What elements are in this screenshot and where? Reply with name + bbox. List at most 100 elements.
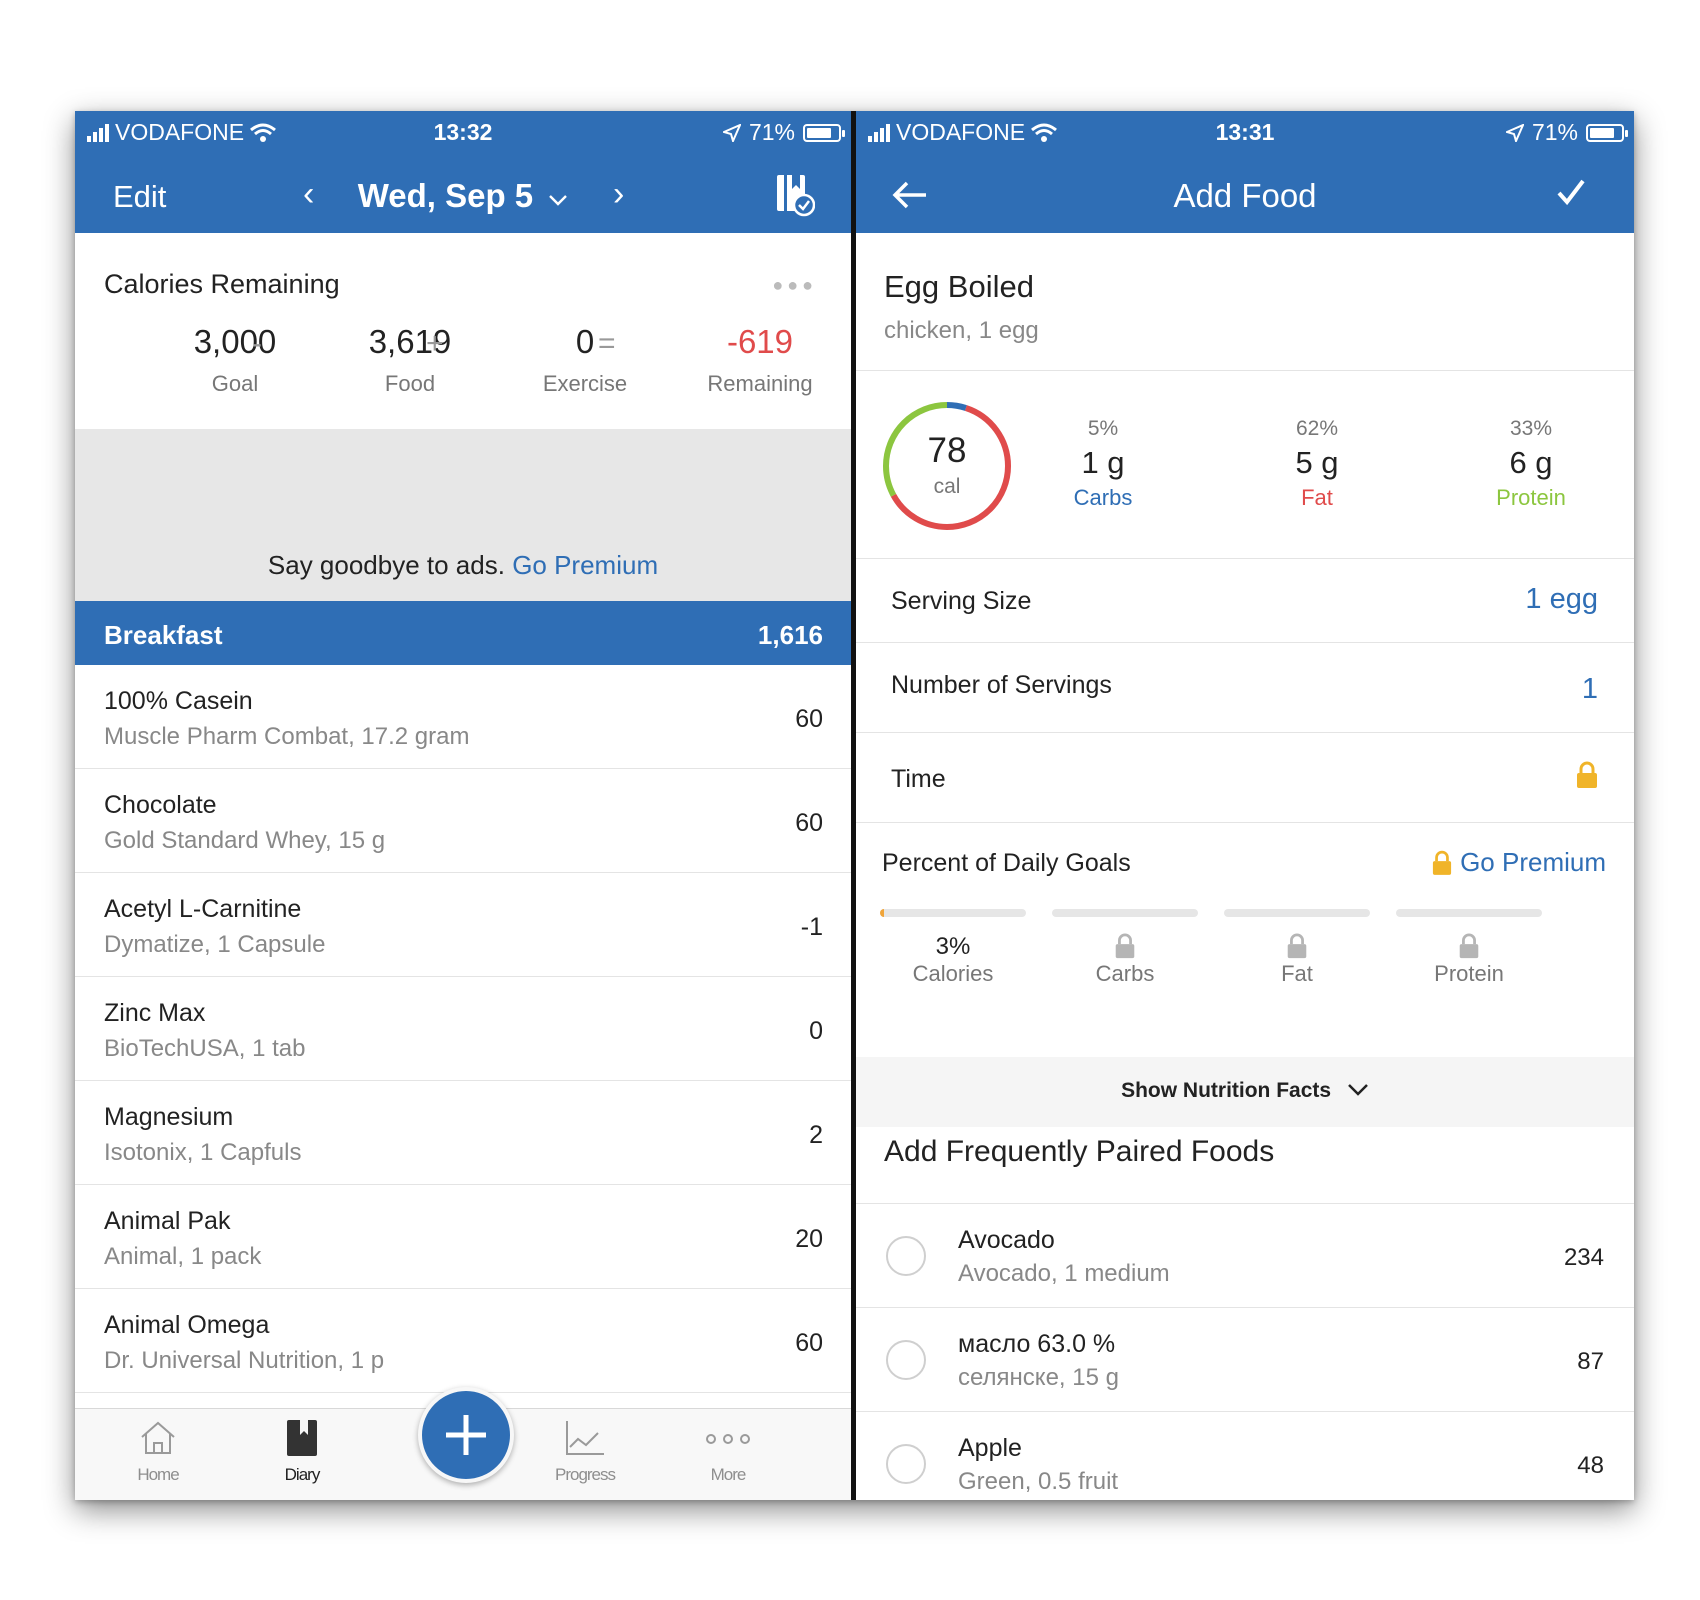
- food-entry[interactable]: Acetyl L-Carnitine Dymatize, 1 Capsule -…: [75, 873, 851, 977]
- show-nutrition-facts-label: Show Nutrition Facts: [1121, 1079, 1332, 1102]
- exercise-value: 0: [575, 323, 595, 360]
- minus-operator: -: [252, 327, 262, 360]
- go-premium-button[interactable]: Go Premium: [1432, 847, 1606, 878]
- daily-goals-title: Percent of Daily Goals: [882, 849, 1131, 877]
- calories-remaining-card: Calories Remaining ●●● 3,000 Goal - 3,61…: [75, 233, 851, 429]
- serving-size-row[interactable]: Serving Size 1 egg: [856, 559, 1634, 643]
- tab-progress[interactable]: Progress: [530, 1419, 640, 1485]
- bottom-tab-bar: Home Diary Progress More: [75, 1387, 851, 1500]
- status-right: 71%: [722, 119, 845, 146]
- date-selector[interactable]: Wed, Sep 5: [75, 177, 851, 215]
- food-calories: 2: [809, 1121, 823, 1149]
- food-column: 3,619 Food: [330, 323, 490, 397]
- select-radio[interactable]: [886, 1340, 926, 1380]
- paired-food-description: Green, 0.5 fruit: [958, 1468, 1119, 1495]
- number-of-servings-label: Number of Servings: [891, 671, 1112, 699]
- fat-goal-bar: [1224, 909, 1370, 917]
- go-premium-link[interactable]: Go Premium: [512, 550, 658, 580]
- breakfast-food-list: 100% Casein Muscle Pharm Combat, 17.2 gr…: [75, 665, 851, 1393]
- chevron-down-icon: [549, 195, 568, 206]
- show-nutrition-facts-button[interactable]: Show Nutrition Facts: [856, 1057, 1634, 1127]
- select-radio[interactable]: [886, 1444, 926, 1484]
- add-entry-button[interactable]: [418, 1387, 514, 1483]
- food-description: Animal, 1 pack: [104, 1243, 262, 1270]
- food-entry[interactable]: Magnesium Isotonix, 1 Capfuls 2: [75, 1081, 851, 1185]
- go-premium-label: Go Premium: [1460, 847, 1606, 877]
- exercise-column: 0 Exercise: [505, 323, 665, 397]
- screenshot-frame: VODAFONE 13:32 71% Edit ‹ Wed, Sep 5 › C…: [75, 111, 1634, 1500]
- food-name: Zinc Max: [104, 999, 206, 1027]
- lock-icon: [1432, 850, 1452, 875]
- paired-food-item[interactable]: масло 63.0 % селянске, 15 g 87: [856, 1308, 1634, 1412]
- carbs-percent: 5%: [1087, 417, 1119, 440]
- food-name: Acetyl L-Carnitine: [104, 895, 302, 923]
- calories-goal: 3% Calories: [880, 933, 1026, 987]
- ad-banner: Say goodbye to ads. Go Premium: [75, 429, 851, 601]
- food-entry[interactable]: Animal Omega Dr. Universal Nutrition, 1 …: [75, 1289, 851, 1393]
- next-day-button[interactable]: ›: [613, 175, 624, 214]
- remaining-value: -619: [726, 323, 794, 360]
- carbs-goal-label: Carbs: [1095, 961, 1155, 986]
- calories-goal-percent: 3%: [935, 933, 971, 960]
- paired-food-item[interactable]: Avocado Avocado, 1 medium 234: [856, 1204, 1634, 1308]
- serving-size-value[interactable]: 1 egg: [1525, 583, 1598, 616]
- breakfast-header[interactable]: Breakfast 1,616: [75, 601, 851, 665]
- food-calories: 60: [795, 705, 823, 733]
- home-icon: [141, 1421, 175, 1454]
- tab-more-label: More: [710, 1465, 747, 1484]
- food-name: Animal Omega: [104, 1311, 270, 1339]
- lock-icon: [1577, 761, 1597, 788]
- paired-food-calories: 87: [1577, 1348, 1604, 1375]
- time-row[interactable]: Time: [856, 733, 1634, 823]
- macro-protein: 33% 6 g Protein: [1456, 417, 1606, 511]
- status-bar: VODAFONE 13:32 71%: [75, 119, 851, 149]
- calories-remaining-title: Calories Remaining: [104, 269, 340, 299]
- paired-food-item[interactable]: Apple Green, 0.5 fruit 48: [856, 1412, 1634, 1500]
- chevron-down-icon: [1348, 1084, 1368, 1096]
- food-calories: -1: [800, 913, 823, 941]
- tab-progress-label: Progress: [554, 1465, 616, 1484]
- food-name: Magnesium: [104, 1103, 234, 1131]
- protein-percent: 33%: [1509, 417, 1553, 440]
- calories-goal-fill: [880, 909, 885, 917]
- meal-name: Breakfast: [104, 620, 223, 650]
- food-description: Gold Standard Whey, 15 g: [104, 827, 386, 854]
- serving-size-label: Serving Size: [891, 587, 1032, 615]
- status-bar: VODAFONE 13:31 71%: [856, 119, 1634, 149]
- number-of-servings-value[interactable]: 1: [1582, 673, 1598, 706]
- protein-goal: Protein: [1396, 933, 1542, 987]
- food-name: Egg Boiled: [884, 269, 1034, 304]
- tab-more[interactable]: More: [673, 1419, 783, 1485]
- complete-diary-icon[interactable]: [775, 173, 815, 217]
- food-description: Isotonix, 1 Capfuls: [104, 1139, 302, 1166]
- food-description: BioTechUSA, 1 tab: [104, 1035, 306, 1062]
- calorie-ring: 78 cal: [880, 399, 1014, 533]
- battery-icon: [1586, 123, 1628, 142]
- calories-goal-bar: [880, 909, 1026, 917]
- fat-label: Fat: [1301, 485, 1333, 510]
- food-calories: 20: [795, 1225, 823, 1253]
- time-label: Time: [891, 765, 946, 793]
- protein-goal-bar: [1396, 909, 1542, 917]
- fat-goal: Fat: [1224, 933, 1370, 987]
- lock-icon: [1115, 933, 1135, 959]
- exercise-label: Exercise: [542, 371, 628, 396]
- location-icon: [1505, 123, 1524, 142]
- calories-value: 78: [927, 431, 967, 470]
- protein-grams: 6 g: [1509, 445, 1553, 480]
- fat-grams: 5 g: [1295, 445, 1339, 480]
- select-radio[interactable]: [886, 1236, 926, 1276]
- food-entry[interactable]: Chocolate Gold Standard Whey, 15 g 60: [75, 769, 851, 873]
- food-description: Dymatize, 1 Capsule: [104, 931, 326, 958]
- ad-text: Say goodbye to ads.: [267, 550, 505, 580]
- more-options-icon[interactable]: ●●●: [772, 275, 817, 296]
- paired-foods-list: Avocado Avocado, 1 medium 234 масло 63.0…: [856, 1203, 1634, 1500]
- confirm-check-icon[interactable]: [1556, 175, 1586, 209]
- tab-home[interactable]: Home: [103, 1419, 213, 1485]
- food-entry[interactable]: 100% Casein Muscle Pharm Combat, 17.2 gr…: [75, 665, 851, 769]
- food-entry[interactable]: Zinc Max BioTechUSA, 1 tab 0: [75, 977, 851, 1081]
- page-title: Add Food: [1173, 177, 1317, 214]
- number-of-servings-row[interactable]: Number of Servings 1: [856, 643, 1634, 733]
- food-entry[interactable]: Animal Pak Animal, 1 pack 20: [75, 1185, 851, 1289]
- tab-diary[interactable]: Diary: [247, 1419, 357, 1485]
